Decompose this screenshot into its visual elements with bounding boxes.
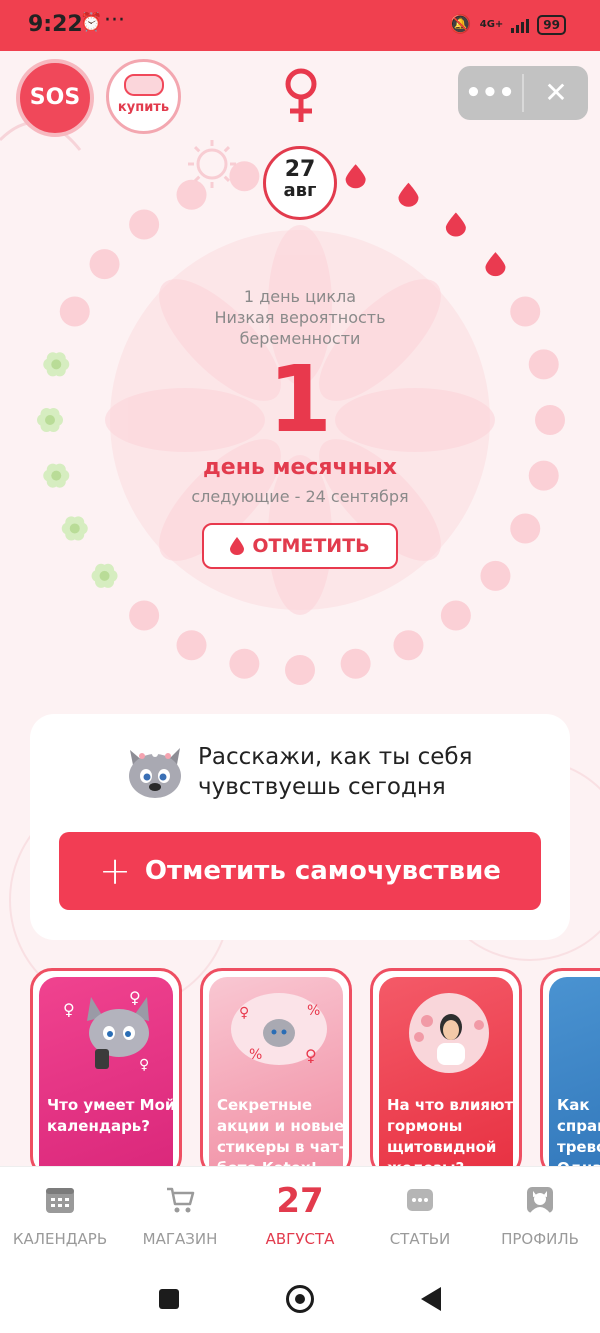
cycle-day-dot: [229, 161, 260, 192]
story-card[interactable]: ♀ % % ♀ Секретные акции и новые стикеры …: [200, 968, 352, 1168]
nav-articles-label: СТАТЬИ: [389, 1230, 451, 1248]
nav-shop[interactable]: МАГАЗИН: [120, 1167, 240, 1263]
date-month: авг: [283, 180, 317, 201]
pregnancy-chance-line: Низкая вероятность: [214, 308, 386, 327]
cycle-day-dot: [528, 349, 559, 380]
svg-text:♀: ♀: [63, 1000, 75, 1019]
svg-text:♀: ♀: [239, 1005, 249, 1021]
svg-text:%: %: [249, 1047, 262, 1063]
story-card[interactable]: ♀ ♀ ♀ Что умеет Мой календарь?: [30, 968, 182, 1168]
nav-profile[interactable]: ПРОФИЛЬ: [480, 1167, 600, 1263]
nav-today-number: 27: [276, 1181, 324, 1221]
calendar-icon: [46, 1188, 74, 1213]
nav-shop-label: МАГАЗИН: [142, 1230, 218, 1248]
cycle-day-dot: [480, 560, 511, 591]
cycle-day-dot: [129, 600, 160, 631]
log-mood-label: Отметить самочувствие: [144, 856, 501, 886]
stories-carousel[interactable]: ♀ ♀ ♀ Что умеет Мой календарь? ♀ % % ♀ С…: [0, 968, 600, 1168]
period-day-drop: [345, 164, 366, 189]
current-date-badge[interactable]: 27 авг: [263, 146, 337, 220]
cycle-day-info: 1 день цикла Низкая вероятность беременн…: [150, 286, 450, 349]
cycle-day-dot: [528, 460, 559, 491]
cat-phone-illustration: ♀ ♀ ♀: [63, 988, 149, 1073]
period-day-drop: [485, 252, 506, 277]
recent-apps-icon[interactable]: [159, 1289, 179, 1309]
story-title: Секретные акции и новые стикеры в чат-бо…: [217, 1096, 343, 1168]
cycle-day-dot: [393, 630, 424, 661]
svg-text:♀: ♀: [139, 1057, 149, 1073]
next-period-date: следующие - 24 сентября: [191, 487, 409, 506]
story-image: ♀ ♀ ♀ Что умеет Мой календарь?: [39, 977, 173, 1168]
period-day-drop: [398, 182, 419, 207]
profile-icon: [527, 1187, 553, 1213]
nav-today-label: АВГУСТА: [265, 1230, 335, 1248]
period-title: день месячных: [203, 455, 397, 480]
story-image: На что влияют гормоны щитовидной железы?: [379, 977, 513, 1168]
nav-calendar-label: КАЛЕНДАРЬ: [12, 1230, 108, 1248]
mood-card: Расскажи, как ты себя чувствуешь сегодня…: [30, 714, 570, 940]
cycle-day-dot: [176, 179, 207, 210]
cycle-day-line: 1 день цикла: [243, 287, 357, 306]
fertile-day-flower: [43, 463, 70, 488]
story-card[interactable]: Как справиться с тревогой? Одна: [540, 968, 600, 1168]
chat-articles-icon: [407, 1189, 433, 1211]
cycle-day-dot: [229, 648, 260, 679]
period-day-number: 1: [267, 346, 332, 453]
nav-articles[interactable]: СТАТЬИ: [360, 1167, 480, 1263]
story-title: Что умеет Мой календарь?: [47, 1096, 173, 1135]
story-title: Как справиться с тревогой? Одна: [557, 1096, 600, 1168]
fertile-day-flower: [91, 563, 118, 588]
cycle-day-dot: [535, 405, 565, 435]
mood-prompt-line-2: чувствуешь сегодня: [198, 774, 446, 800]
cycle-day-dot: [129, 209, 160, 240]
cycle-day-dot: [285, 655, 315, 685]
mark-period-label: ОТМЕТИТЬ: [252, 535, 370, 557]
svg-text:♀: ♀: [129, 988, 141, 1007]
woman-thyroid-illustration: [409, 993, 489, 1073]
mood-prompt-line-1: Расскажи, как ты себя: [198, 744, 473, 770]
cycle-day-dot: [510, 513, 541, 544]
cat-stickers-illustration: ♀ % % ♀: [231, 993, 327, 1065]
story-card[interactable]: На что влияют гормоны щитовидной железы?: [370, 968, 522, 1168]
fertile-day-flower: [61, 516, 88, 541]
story-image: Как справиться с тревогой? Одна: [549, 977, 600, 1168]
cycle-day-dot: [510, 296, 541, 327]
fertile-day-flower: [37, 407, 63, 433]
svg-text:♀: ♀: [305, 1046, 317, 1065]
svg-text:%: %: [307, 1003, 320, 1019]
system-navigation-bar: [0, 1262, 600, 1333]
cycle-day-dot: [89, 249, 120, 280]
cycle-day-dot: [59, 296, 90, 327]
cycle-day-dot: [176, 630, 207, 661]
drop-icon: [230, 537, 245, 555]
home-icon[interactable]: [286, 1285, 314, 1313]
plus-icon: +: [99, 849, 131, 893]
date-day: 27: [284, 157, 316, 182]
period-day-drop: [445, 212, 466, 237]
nav-calendar[interactable]: КАЛЕНДАРЬ: [0, 1167, 120, 1263]
cycle-day-dot: [340, 648, 371, 679]
cat-mascot-icon: [129, 748, 181, 798]
mood-prompt: Расскажи, как ты себя чувствуешь сегодня: [198, 742, 528, 802]
story-title: На что влияют гормоны щитовидной железы?: [387, 1096, 513, 1168]
sun-icon: [188, 140, 236, 188]
nav-today[interactable]: 27 АВГУСТА: [240, 1167, 360, 1263]
story-image: ♀ % % ♀ Секретные акции и новые стикеры …: [209, 977, 343, 1168]
fertile-day-flower: [43, 352, 70, 377]
mark-period-button[interactable]: ОТМЕТИТЬ: [202, 523, 398, 569]
bottom-navigation: КАЛЕНДАРЬ МАГАЗИН 27 АВГУСТА СТАТЬИ ПРОФ…: [0, 1166, 600, 1263]
cycle-day-dot: [440, 600, 471, 631]
log-mood-button[interactable]: + Отметить самочувствие: [59, 832, 541, 910]
cart-icon: [167, 1187, 195, 1213]
nav-profile-label: ПРОФИЛЬ: [501, 1230, 579, 1248]
back-icon[interactable]: [421, 1287, 441, 1311]
